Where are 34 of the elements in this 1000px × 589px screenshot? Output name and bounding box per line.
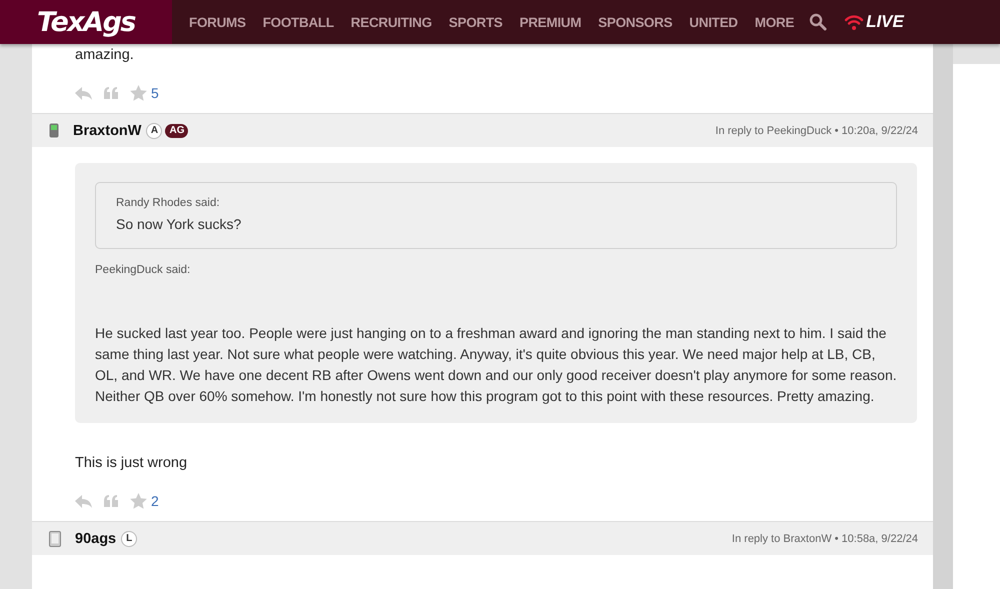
quote-author: Randy Rhodes said: bbox=[116, 197, 221, 209]
nav-link[interactable]: SPORTS bbox=[448, 14, 503, 30]
search-icon[interactable] bbox=[809, 13, 828, 31]
quote-icon[interactable] bbox=[104, 495, 118, 507]
reply-icon[interactable] bbox=[75, 494, 92, 508]
nav-link[interactable]: PREMIUM bbox=[520, 14, 582, 30]
star-icon[interactable] bbox=[130, 85, 147, 101]
nav-link[interactable]: SPONSORS bbox=[598, 14, 672, 30]
star-count[interactable]: 5 bbox=[151, 85, 159, 101]
broadcast-icon[interactable] bbox=[844, 13, 864, 31]
author-name[interactable]: 90ags bbox=[75, 530, 116, 546]
quote-author: PeekingDuck said: bbox=[95, 264, 192, 276]
quote-text: He sucked last year too. People were just hanging on to a freshman award and ignoring the man standing next to him. I said the same thing last year. Not sure what people were watching. Anyway, it's quite obvious this year. We need major help at LB, CB, OL, and WR. We have one decent RB after Owens went down and our only good receiver doesn't play anymore for some reason. Neither QB over 60% somehow. I'm honestly not sure how this program got to this point with these resources. Pretty amazing. bbox=[95, 324, 897, 406]
star-icon[interactable] bbox=[130, 493, 147, 509]
reply-icon[interactable] bbox=[75, 86, 92, 100]
reply-info: In reply to PeekingDuck • 10:20a, 9/22/24 bbox=[715, 124, 918, 136]
reply-info: In reply to BraxtonW • 10:58a, 9/22/24 bbox=[732, 532, 918, 544]
post-text: This is just wrong bbox=[75, 455, 188, 471]
nav-link[interactable]: RECRUITING bbox=[350, 14, 432, 30]
author-name[interactable]: BraxtonW bbox=[73, 122, 142, 138]
nav-link[interactable]: UNITED bbox=[689, 14, 738, 30]
phone-icon bbox=[49, 123, 59, 138]
post-text: amazing. bbox=[75, 47, 135, 63]
nav-link[interactable]: FORUMS bbox=[189, 14, 246, 30]
star-count[interactable]: 2 bbox=[151, 493, 159, 509]
user-badge: A bbox=[146, 122, 162, 138]
nav-link[interactable]: MORE bbox=[754, 14, 794, 30]
nav-link[interactable]: FOOTBALL bbox=[262, 14, 334, 30]
quote-icon[interactable] bbox=[104, 87, 118, 99]
user-badge: L bbox=[121, 530, 138, 546]
quote-text: So now York sucks? bbox=[116, 216, 242, 232]
live-link[interactable]: LIVE bbox=[866, 12, 904, 32]
user-badge: AG bbox=[165, 124, 188, 138]
tablet-icon bbox=[49, 530, 61, 546]
